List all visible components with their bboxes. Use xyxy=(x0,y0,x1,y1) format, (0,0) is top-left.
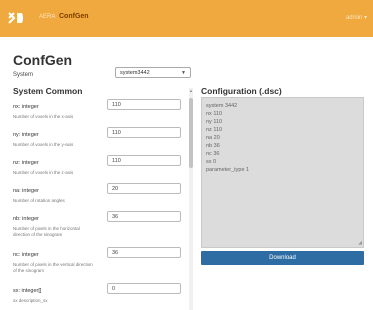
config-line: nb 36 xyxy=(206,143,220,149)
system-select[interactable]: system3442 ▼ xyxy=(115,67,191,78)
brand-name[interactable]: AERA xyxy=(39,14,55,20)
param-label: nx: integer xyxy=(13,104,39,110)
config-line: nz 110 xyxy=(206,127,223,133)
chevron-down-icon: ▼ xyxy=(181,70,186,76)
ny-input[interactable]: 110 xyxy=(107,127,181,138)
na-input[interactable]: 20 xyxy=(107,183,181,194)
user-menu[interactable]: admin ▾ xyxy=(346,14,367,21)
param-description: sx description_sx xyxy=(13,298,48,303)
page-title: ConfGen xyxy=(13,52,73,68)
param-label: sx: integer[] xyxy=(13,288,42,294)
scroll-up-arrow-icon[interactable]: ▲ xyxy=(189,88,193,93)
param-description: Number of pixels in the horizontal direc… xyxy=(13,226,80,237)
configuration-title: Configuration (.dsc) xyxy=(201,86,282,96)
param-description: Number of voxels in the x-axis xyxy=(13,114,74,119)
param-label: na: integer xyxy=(13,188,39,194)
param-label: nb: integer xyxy=(13,216,39,222)
config-line: nc 36 xyxy=(206,151,220,157)
param-list-scrollbar[interactable]: ▲ xyxy=(189,88,193,310)
config-line: sx 0 xyxy=(206,159,217,165)
system-select-value: system3442 xyxy=(120,70,150,76)
x-logo-icon[interactable] xyxy=(8,11,24,25)
config-line: parameter_type 1 xyxy=(206,167,250,173)
config-line: ny 110 xyxy=(206,119,223,125)
resize-grip-icon[interactable]: ◢ xyxy=(358,241,362,246)
download-button[interactable]: Download xyxy=(201,251,364,265)
top-navbar: AERA ConfGen admin ▾ xyxy=(0,0,373,37)
app-name[interactable]: ConfGen xyxy=(59,13,89,20)
scrollbar-thumb[interactable] xyxy=(189,98,193,168)
param-description: Number of pixels in the vertical directi… xyxy=(13,262,93,273)
nx-input[interactable]: 110 xyxy=(107,99,181,110)
config-line: system 3442 xyxy=(206,103,238,109)
config-line: nx 110 xyxy=(206,111,223,117)
param-description: Number of rotation angles xyxy=(13,198,65,203)
param-description: Number of voxels in the y-axis xyxy=(13,142,74,147)
config-output-textarea[interactable]: system 3442 nx 110 ny 110 nz 110 na 20 n… xyxy=(201,97,364,248)
system-common-title: System Common xyxy=(13,86,83,96)
nc-input[interactable]: 36 xyxy=(107,247,181,258)
param-description: Number of voxels in the z-axis xyxy=(13,170,74,175)
sx-input[interactable]: 0 xyxy=(107,283,181,294)
param-label: nc: integer xyxy=(13,252,39,258)
nb-input[interactable]: 36 xyxy=(107,211,181,222)
param-label: nz: integer xyxy=(13,160,39,166)
system-label: System xyxy=(13,72,34,78)
config-line: na 20 xyxy=(206,135,220,141)
param-list: nx: integer Number of voxels in the x-ax… xyxy=(13,96,188,310)
param-label: ny: integer xyxy=(13,132,39,138)
nz-input[interactable]: 110 xyxy=(107,155,181,166)
